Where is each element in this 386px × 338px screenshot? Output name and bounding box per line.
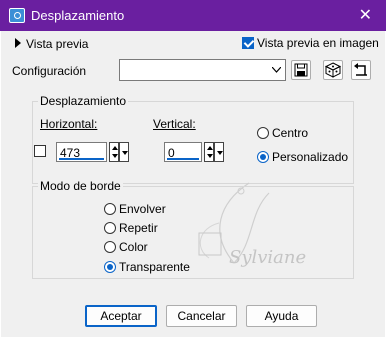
chevron-down-icon <box>272 67 281 73</box>
randomize-button[interactable] <box>323 60 343 80</box>
window-title: Desplazamiento <box>31 8 125 23</box>
accept-button[interactable]: Aceptar <box>85 305 157 327</box>
centro-radio[interactable] <box>257 127 269 139</box>
help-button[interactable]: Ayuda <box>246 305 317 327</box>
vertical-label: Vertical: <box>153 117 196 131</box>
vertical-input[interactable]: 0 <box>164 142 202 162</box>
link-checkbox[interactable] <box>34 145 46 157</box>
horizontal-input[interactable]: 473 <box>56 142 107 162</box>
transparente-label[interactable]: Transparente <box>119 260 190 274</box>
dice-icon <box>324 62 342 78</box>
border-mode-group <box>32 186 354 279</box>
transparente-radio[interactable] <box>104 261 116 273</box>
horizontal-slider-bar[interactable] <box>59 158 104 160</box>
repetir-label[interactable]: Repetir <box>119 221 158 235</box>
horizontal-label-text: Horizontal: <box>40 117 98 131</box>
save-preset-button[interactable] <box>291 60 311 80</box>
dialog-body: Vista previa Vista previa en imagen Conf… <box>1 31 385 337</box>
envolver-radio[interactable] <box>104 203 116 215</box>
save-icon <box>294 63 308 77</box>
offset-group-title: Desplazamiento <box>38 94 129 108</box>
preview-on-image-label[interactable]: Vista previa en imagen <box>257 36 379 50</box>
horizontal-spinner[interactable] <box>109 142 119 162</box>
preview-on-image-checkbox[interactable] <box>242 37 254 49</box>
close-icon[interactable]: ✕ <box>359 5 372 25</box>
config-label: Configuración <box>12 64 87 78</box>
preview-label[interactable]: Vista previa <box>26 37 88 51</box>
vertical-spinner[interactable] <box>204 142 214 162</box>
title-bar: Desplazamiento ✕ <box>0 0 386 31</box>
color-radio[interactable] <box>104 241 116 253</box>
vertical-slider-bar[interactable] <box>167 158 199 160</box>
personalizado-radio[interactable] <box>257 151 269 163</box>
reset-icon <box>354 63 367 76</box>
border-mode-title: Modo de borde <box>38 179 123 193</box>
vertical-dropdown[interactable] <box>214 142 224 162</box>
horizontal-dropdown[interactable] <box>119 142 129 162</box>
horizontal-label: Horizontal: <box>40 117 97 131</box>
envolver-label[interactable]: Envolver <box>119 202 166 216</box>
color-label[interactable]: Color <box>119 240 148 254</box>
config-dropdown[interactable] <box>119 59 286 81</box>
personalizado-label[interactable]: Personalizado <box>272 150 348 164</box>
reset-button[interactable] <box>351 60 371 80</box>
centro-label[interactable]: Centro <box>272 126 308 140</box>
cancel-button[interactable]: Cancelar <box>166 305 237 327</box>
vertical-label-text: Vertical: <box>153 117 196 131</box>
expand-arrow-icon[interactable] <box>15 38 21 48</box>
repetir-radio[interactable] <box>104 222 116 234</box>
camera-icon <box>9 8 25 23</box>
